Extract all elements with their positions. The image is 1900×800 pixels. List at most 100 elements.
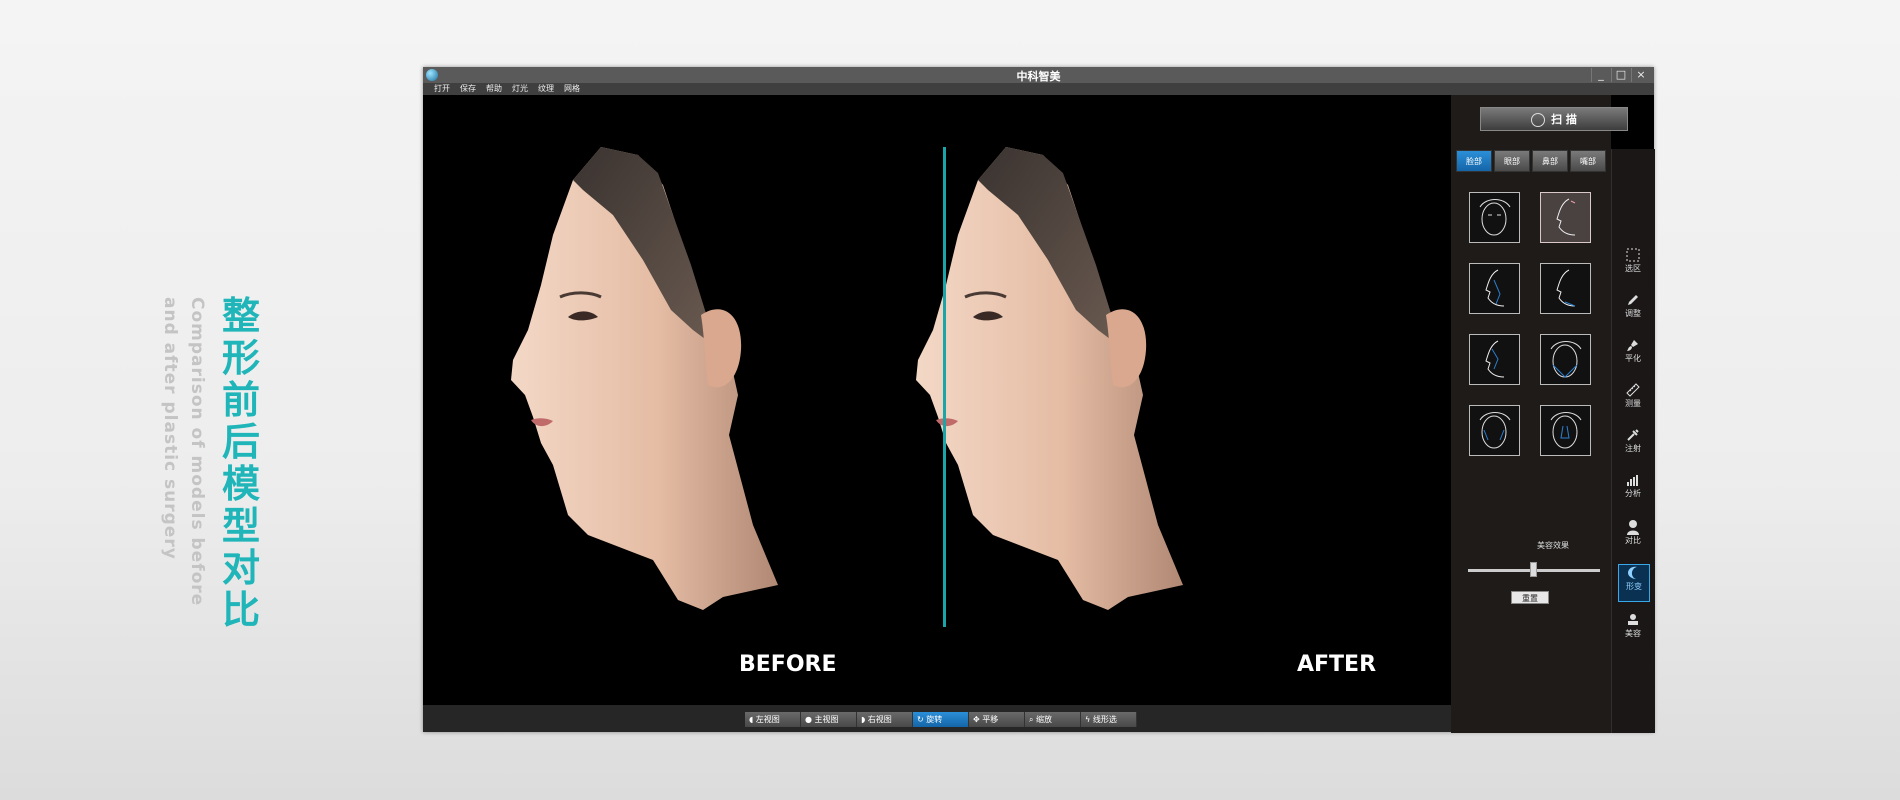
- menu-bar: 打开 保存 帮助 灯光 纹理 网格: [423, 83, 1654, 95]
- app-window: 中科智美 _ □ × 打开 保存 帮助 灯光 纹理 网格 BEFORE AFTE…: [423, 67, 1655, 733]
- preset-thumbnail[interactable]: [1469, 405, 1520, 456]
- moon-icon: [1628, 566, 1637, 579]
- face-left-icon: ◖: [749, 715, 754, 724]
- preset-thumbnail[interactable]: [1540, 334, 1591, 385]
- scan-button[interactable]: 扫 描: [1480, 107, 1628, 131]
- minimize-button[interactable]: _: [1591, 68, 1610, 82]
- preset-thumbnail[interactable]: [1540, 263, 1591, 314]
- zoom-label: 缩放: [1036, 715, 1053, 724]
- close-button[interactable]: ×: [1631, 68, 1650, 82]
- tool-compare[interactable]: 对比: [1618, 519, 1648, 555]
- tool-deform-label: 形变: [1626, 582, 1642, 591]
- syringe-icon: [1627, 429, 1639, 441]
- menu-texture[interactable]: 纹理: [538, 83, 554, 95]
- compare-icon: [1627, 520, 1639, 535]
- tab-nose[interactable]: 鼻部: [1532, 150, 1568, 172]
- title-bar: 中科智美 _ □ ×: [423, 67, 1654, 83]
- tool-adjust[interactable]: 调整: [1618, 292, 1648, 328]
- tool-beautify[interactable]: 美容: [1618, 612, 1648, 648]
- comparison-divider: [943, 147, 946, 627]
- preset-thumbnail[interactable]: [1540, 405, 1591, 456]
- menu-save[interactable]: 保存: [460, 83, 476, 95]
- beauty-effect-slider-handle[interactable]: [1530, 562, 1537, 577]
- promo-title-char: 前: [222, 378, 261, 422]
- zoom-icon: ⌕: [1029, 715, 1034, 724]
- tab-eyes[interactable]: 眼部: [1494, 150, 1530, 172]
- scan-label: 扫 描: [1551, 113, 1577, 126]
- preset-thumbnail[interactable]: [1469, 334, 1520, 385]
- face-models: [511, 147, 1183, 610]
- tool-flatten-label: 平化: [1625, 354, 1641, 363]
- scan-icon: [1531, 113, 1546, 127]
- before-face-model: [511, 147, 778, 610]
- rotate-label: 旋转: [926, 715, 943, 724]
- promo-title-char: 整: [222, 294, 261, 338]
- menu-help[interactable]: 帮助: [486, 83, 502, 95]
- pan-button[interactable]: ✥ 平移: [969, 712, 1025, 727]
- ruler-icon: [1626, 383, 1640, 397]
- face-profile-lip-icon: [1485, 340, 1505, 378]
- lasso-select-button[interactable]: ϟ 线形选: [1081, 712, 1137, 727]
- person-icon: ●: [805, 715, 812, 724]
- brush-icon: [1627, 340, 1638, 351]
- stamp-icon: [1628, 614, 1638, 625]
- menu-light[interactable]: 灯光: [512, 83, 528, 95]
- lasso-icon: ϟ: [1085, 715, 1091, 724]
- tool-measure-label: 测量: [1625, 399, 1641, 408]
- tool-beautify-label: 美容: [1625, 629, 1641, 638]
- tool-inject-label: 注射: [1625, 444, 1641, 453]
- face-front-icon: [1479, 199, 1511, 236]
- view-left-label: 左视图: [755, 715, 780, 724]
- preset-thumbnail-selected[interactable]: [1540, 192, 1591, 243]
- pan-label: 平移: [982, 715, 999, 724]
- reset-button[interactable]: 重置: [1511, 591, 1549, 604]
- maximize-button[interactable]: □: [1611, 68, 1630, 82]
- tool-inject[interactable]: 注射: [1618, 427, 1648, 463]
- promo-title-char: 形: [222, 336, 261, 380]
- select-area-icon: [1626, 248, 1640, 262]
- tool-flatten[interactable]: 平化: [1618, 337, 1648, 373]
- promo-title-char: 比: [222, 588, 261, 632]
- after-face-model: [916, 147, 1183, 610]
- promo-title-char: 对: [222, 546, 261, 590]
- tool-select-area[interactable]: 选区: [1618, 247, 1648, 283]
- beauty-effect-label: 美容效果: [1537, 541, 1569, 550]
- zoom-button[interactable]: ⌕ 缩放: [1025, 712, 1081, 727]
- view-right-button[interactable]: ◗ 右视图: [857, 712, 913, 727]
- tool-select-area-label: 选区: [1625, 264, 1641, 273]
- tab-mouth[interactable]: 嘴部: [1570, 150, 1606, 172]
- face-front-nose-icon: [1550, 412, 1582, 449]
- view-front-label: 主视图: [814, 715, 839, 724]
- before-label: BEFORE: [739, 652, 837, 677]
- rotate-button[interactable]: ↻ 旋转: [913, 712, 969, 727]
- tab-face[interactable]: 脸部: [1456, 150, 1492, 172]
- tool-analyze-label: 分析: [1625, 489, 1641, 498]
- tool-adjust-label: 调整: [1625, 309, 1641, 318]
- tool-compare-label: 对比: [1625, 536, 1641, 545]
- pencil-icon: [1628, 295, 1638, 305]
- face-front-cheek-icon: [1479, 412, 1511, 449]
- view-left-button[interactable]: ◖ 左视图: [745, 712, 801, 727]
- face-profile-chin-icon: [1556, 269, 1576, 307]
- menu-open[interactable]: 打开: [434, 83, 450, 95]
- face-front-jaw-icon: [1550, 341, 1582, 378]
- promo-title-char: 型: [222, 504, 261, 548]
- face-profile-selected-icon: [1556, 198, 1576, 236]
- preset-thumbnail[interactable]: [1469, 263, 1520, 314]
- tool-measure[interactable]: 测量: [1618, 382, 1648, 418]
- promo-subtitle-line1: Comparison of models before: [187, 297, 207, 607]
- lasso-label: 线形选: [1092, 715, 1117, 724]
- window-title: 中科智美: [1016, 70, 1061, 83]
- move-icon: ✥: [973, 715, 980, 724]
- view-front-button[interactable]: ● 主视图: [801, 712, 857, 727]
- rotate-icon: ↻: [917, 715, 924, 724]
- menu-mesh[interactable]: 网格: [564, 83, 580, 95]
- tool-deform[interactable]: 形变: [1618, 564, 1650, 602]
- preset-thumbnail[interactable]: [1469, 192, 1520, 243]
- view-right-label: 右视图: [867, 715, 892, 724]
- face-profile-nose-icon: [1485, 269, 1505, 307]
- promo-title: 整 形 前 后 模 型 对 比: [222, 294, 261, 632]
- tool-analyze[interactable]: 分析: [1618, 472, 1648, 508]
- 3d-viewport[interactable]: BEFORE AFTER: [423, 95, 1449, 705]
- promo-subtitle-line2: and after plastic surgery: [160, 297, 180, 560]
